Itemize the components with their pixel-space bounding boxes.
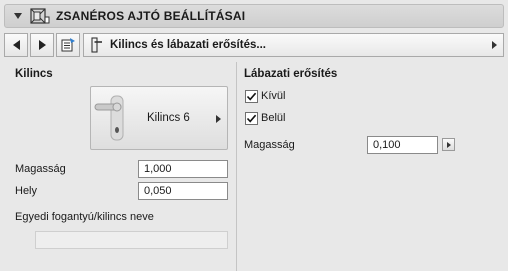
checkmark-icon — [246, 92, 257, 101]
handle-picker-arrow-icon — [216, 115, 221, 123]
panel-list-icon — [61, 38, 75, 52]
page-selector-arrow-icon — [492, 41, 497, 49]
kilincs-height-label: Magasság — [15, 163, 66, 175]
labazati-heading: Lábazati erősítés — [244, 68, 338, 80]
handle-name: Kilincs 6 — [147, 112, 190, 124]
right-arrow-icon — [447, 142, 451, 148]
kilincs-position-label: Hely — [15, 185, 38, 197]
kilincs-heading: Kilincs — [15, 68, 53, 80]
next-button[interactable] — [30, 33, 54, 57]
previous-arrow-icon — [12, 40, 20, 50]
checkmark-icon — [246, 114, 257, 123]
door-handle-icon — [91, 37, 102, 53]
labazati-section: Lábazati erősítés Kívül Belül Magasság 0… — [237, 60, 508, 271]
kilincs-height-input[interactable]: 1,000 — [138, 160, 228, 178]
previous-button[interactable] — [4, 33, 28, 57]
labazati-height-label: Magasság — [244, 139, 295, 151]
labazati-height-input[interactable]: 0,100 — [367, 136, 438, 154]
next-arrow-icon — [38, 40, 46, 50]
custom-name-input — [35, 231, 228, 249]
custom-name-label: Egyedi fogantyú/kilincs neve — [15, 211, 154, 223]
inside-label: Belül — [261, 112, 286, 124]
collapse-arrow-icon[interactable] — [14, 13, 22, 19]
outside-checkbox[interactable] — [245, 90, 258, 103]
labazati-height-options-button[interactable] — [442, 138, 455, 151]
kilincs-position-input[interactable]: 0,050 — [138, 182, 228, 200]
toolbar: Kilincs és lábazati erősítés... — [4, 33, 504, 57]
door-settings-icon — [30, 8, 50, 24]
page-selector[interactable]: Kilincs és lábazati erősítés... — [83, 33, 504, 57]
handle-picker-button[interactable]: Kilincs 6 — [90, 86, 228, 150]
door-handle-preview-icon — [94, 95, 124, 141]
outside-label: Kívül — [261, 90, 286, 102]
inside-checkbox[interactable] — [245, 112, 258, 125]
panel-header[interactable]: ZSANÉROS AJTÓ BEÁLLÍTÁSAI — [4, 4, 504, 28]
panel-list-button[interactable] — [56, 33, 80, 57]
panel-title: ZSANÉROS AJTÓ BEÁLLÍTÁSAI — [56, 9, 246, 23]
page-selector-label: Kilincs és lábazati erősítés... — [110, 39, 266, 51]
kilincs-section: Kilincs Kilincs 6 Magasság 1,000 Hely 0,… — [0, 60, 236, 271]
